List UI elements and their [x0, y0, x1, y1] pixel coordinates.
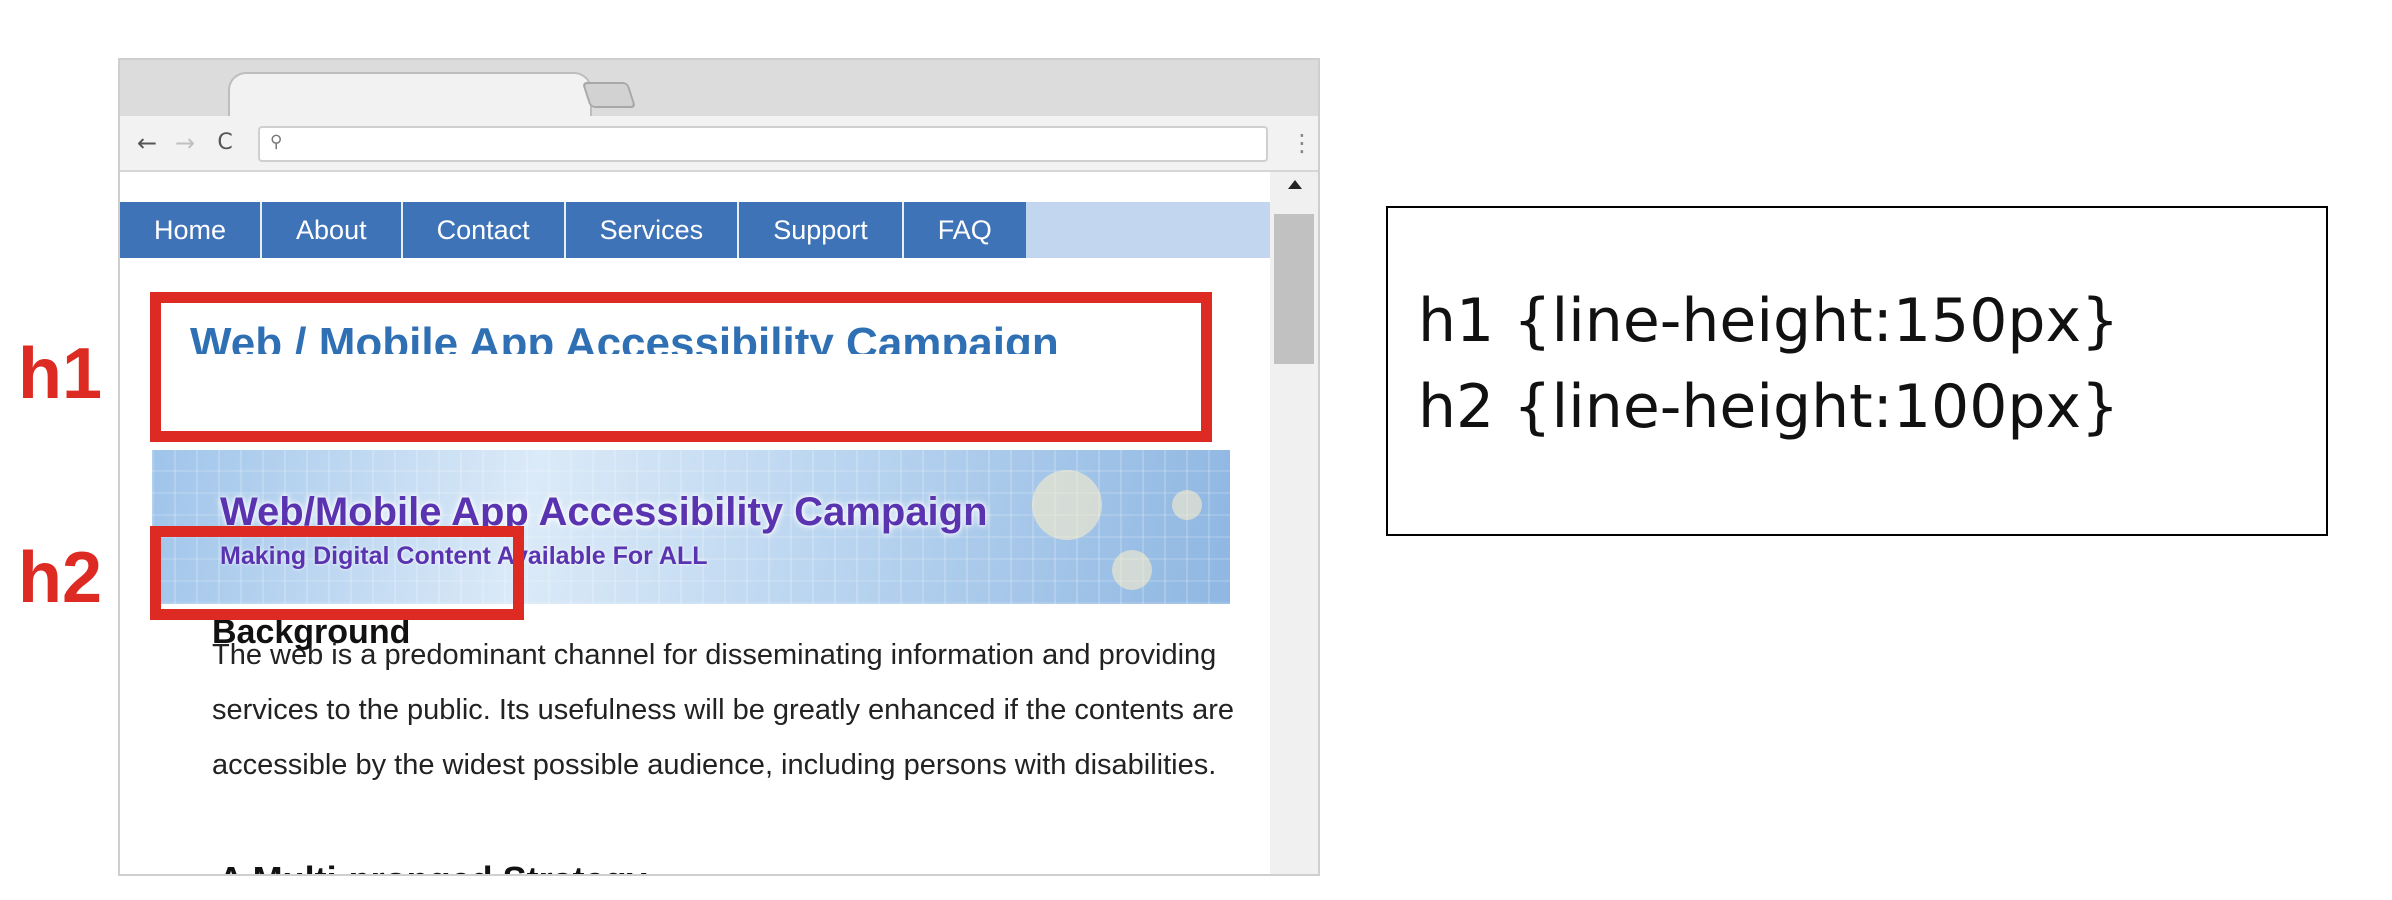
banner-glow [1032, 470, 1102, 540]
background-paragraph: The web is a predominant channel for dis… [212, 639, 1235, 781]
forward-icon[interactable]: → [170, 128, 200, 158]
site-nav-bar: Home About Contact Services Support FAQ [120, 202, 1270, 258]
site-nav-item-services[interactable]: Services [566, 202, 740, 258]
page-viewport: Home About Contact Services Support FAQ Web /… [120, 172, 1270, 874]
new-tab-button[interactable] [581, 82, 637, 108]
h2-highlight-box [150, 526, 524, 620]
banner-glow [1112, 550, 1152, 590]
page-h3: A Multi-pronged Strategy [218, 858, 647, 874]
code-line-h2: h2 {line-height:100px} [1418, 372, 2120, 442]
vertical-scrollbar[interactable] [1270, 172, 1318, 874]
site-nav-item-support[interactable]: Support [739, 202, 904, 258]
browser-window: ← → C ⚲ ⋮ Home About Contact Services Suppor… [118, 58, 1320, 876]
site-nav-item-faq[interactable]: FAQ [904, 202, 1026, 258]
back-icon[interactable]: ← [132, 128, 162, 158]
site-nav-item-home[interactable]: Home [120, 202, 263, 258]
h2-annotation-label: h2 [18, 538, 103, 618]
browser-tab[interactable] [228, 72, 592, 118]
h1-annotation-label: h1 [18, 334, 103, 414]
banner-glow [1172, 490, 1202, 520]
code-line-h1: h1 {line-height:150px} [1418, 286, 2120, 356]
reload-icon[interactable]: C [210, 128, 240, 158]
search-icon: ⚲ [270, 132, 283, 152]
tab-strip [120, 60, 1318, 118]
css-code-box: h1 {line-height:150px} h2 {line-height:1… [1386, 206, 2328, 536]
menu-icon[interactable]: ⋮ [1290, 126, 1314, 160]
browser-toolbar: ← → C ⚲ ⋮ [120, 116, 1318, 172]
site-nav-item-about[interactable]: About [262, 202, 403, 258]
stage: ← → C ⚲ ⋮ Home About Contact Services Suppor… [0, 0, 2392, 900]
scroll-up-icon[interactable] [1288, 180, 1302, 189]
site-nav-items: Home About Contact Services Support FAQ [120, 202, 1026, 258]
h1-highlight-box [150, 292, 1212, 442]
scroll-thumb[interactable] [1274, 214, 1314, 364]
site-nav-item-contact[interactable]: Contact [403, 202, 566, 258]
address-bar[interactable]: ⚲ [258, 126, 1268, 162]
